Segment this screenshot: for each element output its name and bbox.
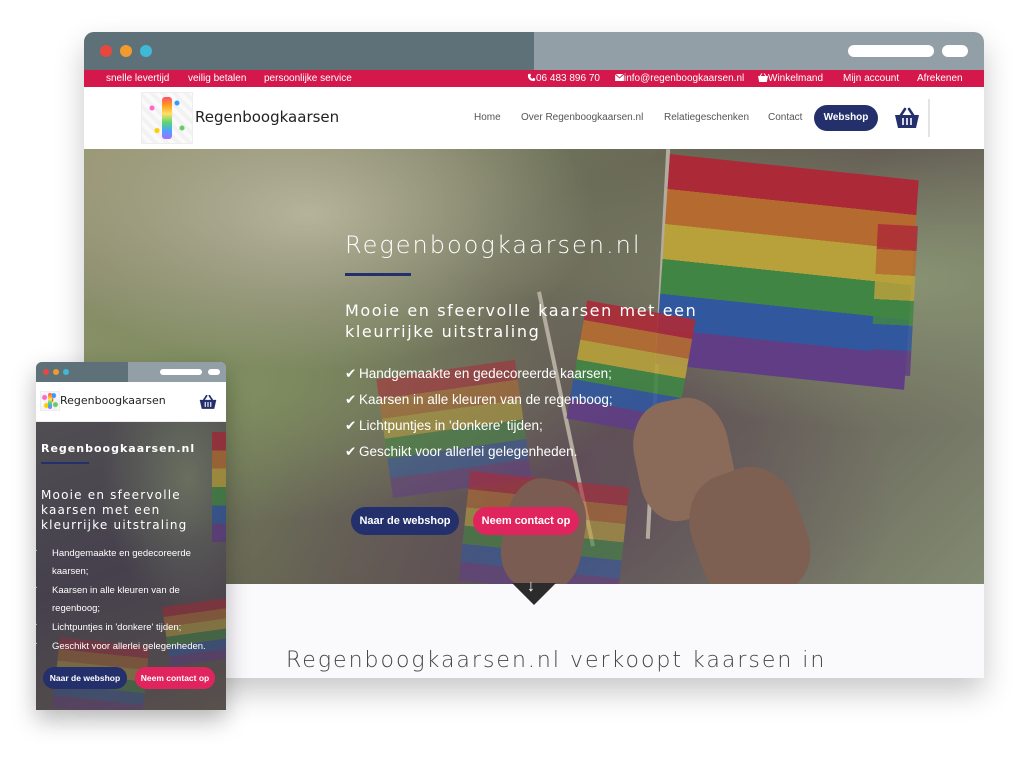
to-webshop-button[interactable]: Naar de webshop: [351, 507, 459, 535]
window-maximize-dot[interactable]: [63, 369, 69, 375]
list-item-text: Kaarsen in alle kleuren van de regenboog…: [359, 392, 613, 407]
arrow-down-icon[interactable]: ↓: [527, 578, 535, 596]
list-item-text: Geschikt voor allerlei gelegenheden.: [359, 444, 578, 459]
check-icon: ✔: [36, 638, 52, 656]
usp-personal-service: persoonlijke service: [264, 73, 352, 84]
check-icon: ✔: [36, 582, 52, 600]
phone-number: 06 483 896 70: [536, 73, 600, 84]
hero-title-underline: [345, 273, 411, 276]
browser-menu-pill[interactable]: [942, 45, 968, 57]
list-item: ✔Kaarsen in alle kleuren van de regenboo…: [36, 582, 221, 618]
basket-icon: [758, 73, 768, 82]
usp-fast-delivery: snelle levertijd: [106, 73, 170, 84]
mobile-hero-title-underline: [41, 462, 89, 464]
basket-icon: [895, 107, 919, 128]
list-item: ✔Geschikt voor allerlei gelegenheden.: [345, 439, 613, 465]
list-item-text: Kaarsen in alle kleuren van de regenboog…: [52, 585, 180, 614]
phone-link[interactable]: 06 483 896 70: [527, 70, 600, 87]
intro-heading: Regenboogkaarsen.nl verkoopt kaarsen in: [286, 648, 827, 673]
check-icon: ✔: [345, 444, 357, 459]
mobile-browser-chrome: [36, 362, 226, 382]
webshop-button[interactable]: Webshop: [814, 105, 878, 131]
list-item: ✔Lichtpuntjes in 'donkere' tijden;: [36, 619, 221, 637]
nav-link-home[interactable]: Home: [474, 112, 501, 123]
mobile-hero-subtitle: Mooie en sfeervolle kaarsen met een kleu…: [41, 488, 188, 532]
list-item-text: Handgemaakte en gedecoreerde kaarsen;: [359, 366, 612, 381]
topbar-cart-link[interactable]: Winkelmand: [758, 70, 823, 87]
mobile-address-bar[interactable]: [160, 369, 202, 375]
browser-chrome: [84, 32, 984, 70]
hero-subtitle: Mooie en sfeervolle kaarsen met een kleu…: [345, 301, 698, 341]
nav-cart-button[interactable]: [890, 99, 930, 137]
checkout-link[interactable]: Afrekenen: [917, 70, 963, 87]
mobile-menu-pill[interactable]: [208, 369, 220, 375]
nav-link-contact[interactable]: Contact: [768, 112, 802, 123]
logo-text[interactable]: Regenboogkaarsen: [60, 394, 166, 407]
cart-label: Winkelmand: [768, 73, 824, 84]
email-address: info@regenboogkaarsen.nl: [624, 73, 745, 84]
top-info-bar: snelle levertijd veilig betalen persoonl…: [84, 70, 984, 87]
check-icon: ✔: [345, 366, 357, 381]
list-item: ✔Lichtpuntjes in 'donkere' tijden;: [345, 413, 613, 439]
list-item-text: Lichtpuntjes in 'donkere' tijden;: [52, 622, 182, 633]
window-minimize-dot[interactable]: [53, 369, 59, 375]
logo-candle-graphic: [162, 97, 172, 139]
mobile-to-webshop-button[interactable]: Naar de webshop: [43, 667, 127, 689]
email-link[interactable]: info@regenboogkaarsen.nl: [614, 70, 744, 87]
contact-button[interactable]: Neem contact op: [473, 507, 579, 535]
list-item-text: Geschikt voor allerlei gelegenheden.: [52, 641, 206, 652]
list-item: ✔Handgemaakte en gedecoreerde kaarsen;: [36, 545, 221, 581]
logo-image[interactable]: [40, 391, 60, 411]
check-icon: ✔: [345, 418, 357, 433]
phone-icon: [527, 73, 536, 82]
nav-link-corporate-gifts[interactable]: Relatiegeschenken: [664, 112, 749, 123]
basket-icon[interactable]: [199, 394, 217, 410]
address-bar[interactable]: [848, 45, 934, 57]
mail-icon: [614, 73, 625, 81]
hero-feature-list: ✔ Handgemaakte en gedecoreerde kaarsen; ✔…: [345, 361, 613, 465]
list-item: ✔Kaarsen in alle kleuren van de regenboo…: [345, 387, 613, 413]
window-minimize-dot[interactable]: [120, 45, 132, 57]
window-close-dot[interactable]: [100, 45, 112, 57]
mobile-chrome-left: [36, 362, 128, 382]
list-item: ✔Handgemaakte en gedecoreerde kaarsen;: [345, 361, 613, 387]
list-item-text: Handgemaakte en gedecoreerde kaarsen;: [52, 548, 191, 577]
check-icon: ✔: [36, 619, 52, 637]
main-navigation: Regenboogkaarsen Home Over Regenboogkaar…: [84, 87, 984, 149]
hero-title: Regenboogkaarsen.nl: [345, 231, 642, 259]
mobile-mockup: Regenboogkaarsen Regenboogkaarsen.nl Moo…: [36, 362, 226, 710]
usp-secure-payment: veilig betalen: [188, 73, 247, 84]
check-icon: ✔: [345, 392, 357, 407]
mobile-hero-title: Regenboogkaarsen.nl: [41, 442, 196, 455]
logo-candle-graphic: [48, 393, 52, 409]
mobile-contact-button[interactable]: Neem contact op: [135, 667, 215, 689]
mobile-navigation: Regenboogkaarsen: [36, 382, 226, 422]
window-maximize-dot[interactable]: [140, 45, 152, 57]
account-link[interactable]: Mijn account: [843, 70, 899, 87]
logo-image[interactable]: [141, 92, 193, 144]
logo-text[interactable]: Regenboogkaarsen: [195, 108, 339, 126]
nav-link-about[interactable]: Over Regenboogkaarsen.nl: [521, 112, 643, 123]
window-close-dot[interactable]: [43, 369, 49, 375]
mobile-hero-section: Regenboogkaarsen.nl Mooie en sfeervolle …: [36, 422, 226, 710]
mobile-feature-list: ✔Handgemaakte en gedecoreerde kaarsen; ✔…: [36, 545, 221, 657]
check-icon: ✔: [36, 545, 52, 563]
list-item-text: Lichtpuntjes in 'donkere' tijden;: [359, 418, 543, 433]
list-item: ✔Geschikt voor allerlei gelegenheden.: [36, 638, 221, 656]
